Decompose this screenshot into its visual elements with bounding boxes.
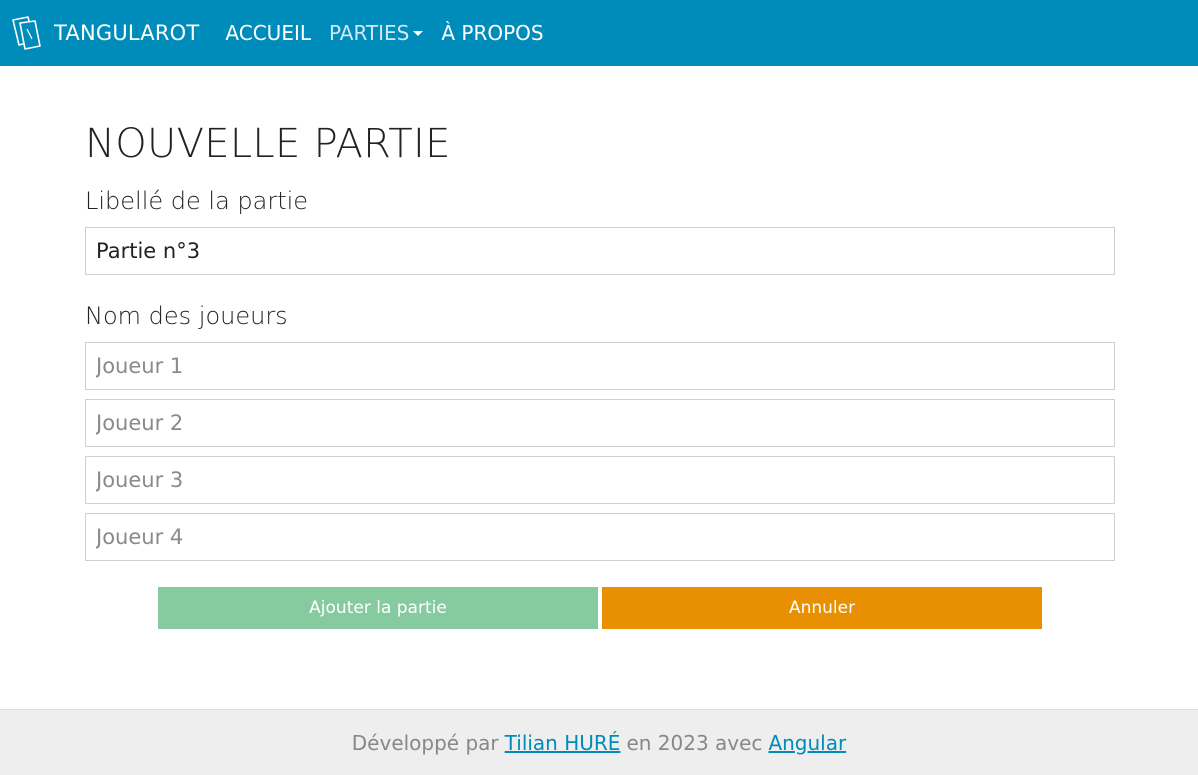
game-name-label: Libellé de la partie (85, 187, 309, 215)
nav-links: ACCUEIL PARTIES À PROPOS (225, 21, 561, 45)
nav-about-link[interactable]: À PROPOS (441, 21, 543, 45)
player-2-input[interactable] (85, 399, 1115, 447)
add-game-button[interactable]: Ajouter la partie (158, 587, 598, 629)
brand-link[interactable]: TANGULAROT (10, 0, 199, 66)
footer-middle: en 2023 avec (626, 730, 763, 755)
caret-down-icon (413, 31, 424, 36)
brand-name: TANGULAROT (54, 21, 200, 45)
nav-games-dropdown[interactable]: PARTIES (329, 21, 424, 45)
page-title: NOUVELLE PARTIE (85, 121, 451, 167)
angular-link[interactable]: Angular (768, 731, 846, 755)
footer-prefix: Développé par (351, 730, 499, 755)
nav-home-link[interactable]: ACCUEIL (225, 21, 311, 45)
form-actions: Ajouter la partie Annuler (158, 587, 1042, 629)
game-name-input[interactable] (85, 227, 1115, 275)
author-link[interactable]: Tilian HURÉ (505, 731, 621, 755)
nav-games-label: PARTIES (329, 21, 410, 45)
footer: Développé par Tilian HURÉ en 2023 avec A… (0, 709, 1198, 775)
players-label: Nom des joueurs (85, 302, 288, 330)
cards-icon (10, 15, 44, 51)
player-4-input[interactable] (85, 513, 1115, 561)
player-3-input[interactable] (85, 456, 1115, 504)
cancel-button[interactable]: Annuler (602, 587, 1042, 629)
navbar: TANGULAROT ACCUEIL PARTIES À PROPOS (0, 0, 1198, 66)
player-1-input[interactable] (85, 342, 1115, 390)
